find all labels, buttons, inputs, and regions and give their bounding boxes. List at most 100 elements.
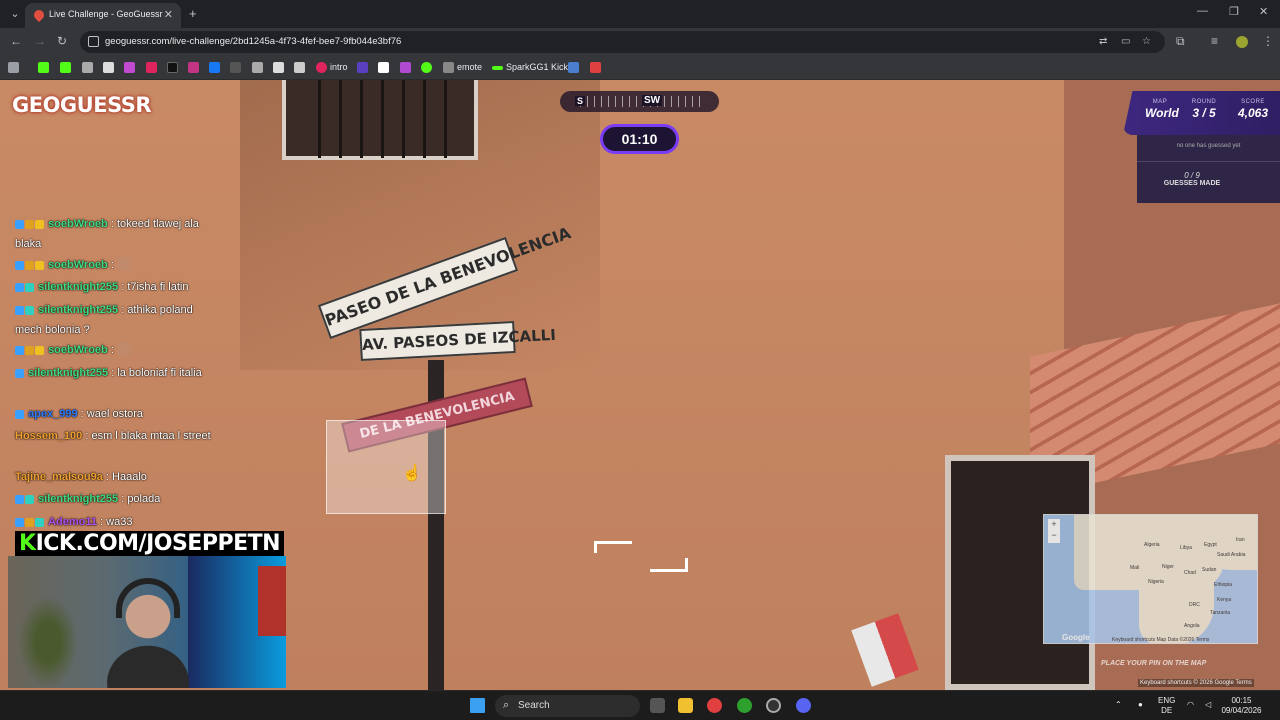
taskbar: ⌕ Search ⌃ ● ENG DE ◠ ◁ 00:15 09/04/2026 [0, 690, 1280, 720]
language-indicator[interactable]: ENG DE [1158, 696, 1175, 716]
compass-southwest: SW [642, 95, 663, 106]
bookmark-icon[interactable] [421, 62, 432, 73]
bookmark-emote-icon [443, 62, 454, 73]
bookmark-intro-icon [316, 62, 327, 73]
kick-channel-banner: KICK.COM/JOSEPPETN [15, 531, 285, 556]
map-label: Iran [1236, 537, 1245, 543]
profile-avatar[interactable] [1236, 36, 1248, 48]
minimize-icon[interactable]: — [1197, 5, 1208, 17]
bookmark-icon[interactable] [252, 62, 263, 73]
chat-text: : la boloniaf fi italia [111, 367, 202, 379]
chat-message: silentknight255 : athika poland mech bol… [15, 301, 220, 339]
chat-text: : polada [121, 493, 161, 505]
close-window-icon[interactable]: ✕ [1259, 5, 1268, 18]
chat-username: soebWroeb [48, 344, 108, 356]
bookmark-intro[interactable]: intro [330, 62, 348, 72]
microphone-icon[interactable]: ● [1138, 700, 1143, 710]
divider [1137, 161, 1280, 162]
score-label: SCORE [1241, 99, 1265, 105]
chat-username: soebWroeb [48, 259, 108, 271]
bookmark-patreon-icon[interactable] [378, 62, 389, 73]
chat-username: soebWroeb [48, 218, 108, 230]
tray-overflow-icon[interactable]: ⌃ [1115, 700, 1122, 710]
map-label: Kenya [1217, 597, 1232, 603]
map-label: Nigeria [1148, 579, 1164, 585]
taskbar-search[interactable]: ⌕ Search [495, 695, 640, 717]
bookmark-icon[interactable] [294, 62, 305, 73]
guess-map[interactable]: Algeria Libya Egypt Saudi Arabia Mali Ni… [1043, 514, 1258, 644]
map-value: World [1145, 106, 1179, 120]
map-label: Chad [1184, 570, 1196, 576]
wifi-icon[interactable]: ◠ [1187, 700, 1194, 710]
chair [258, 566, 286, 636]
zoom-in-icon[interactable]: + [1048, 519, 1060, 530]
headset [116, 578, 180, 618]
round-timer: 01:10 [600, 124, 679, 154]
chat-message: Hossem_100 : esm l blaka mtaa l street [15, 427, 220, 445]
map-label: Saudi Arabia [1217, 552, 1246, 558]
chat-text: : t7isha fi latin [121, 281, 189, 293]
chat-badges [15, 280, 35, 298]
chat-text: : esm l blaka mtaa l street [85, 430, 211, 442]
obs-icon[interactable] [766, 698, 781, 713]
zoom-out-icon[interactable]: − [1048, 530, 1060, 541]
game-status: MAP World ROUND 3 / 5 SCORE 4,063 [1123, 91, 1280, 135]
chat-message: soebWroeb : [15, 341, 220, 361]
score-value: 4,063 [1237, 106, 1269, 120]
start-icon[interactable] [470, 698, 485, 713]
bookmark-icon[interactable] [590, 62, 601, 73]
restore-icon[interactable]: ❐ [1229, 5, 1239, 18]
chat-text: : Haaalo [105, 471, 147, 483]
flag [851, 613, 919, 687]
menu-icon[interactable]: ⋮ [1262, 34, 1274, 48]
bookmark-icon[interactable] [400, 62, 411, 73]
chat-text: : wael ostora [80, 408, 144, 420]
chat-message: silentknight255 : polada [15, 490, 220, 510]
translate-icon[interactable]: ⇄ [1099, 36, 1107, 47]
emote-icon [116, 257, 131, 271]
chat-message: soebWroeb : tokeed tlawej ala blaka [15, 215, 220, 253]
bookmark-star-icon[interactable]: ☆ [1142, 36, 1151, 47]
chat-message: Tajine_malsou9a : Haaalo [15, 468, 220, 486]
lang-secondary: DE [1161, 706, 1173, 715]
guesses-panel: no one has guessed yet 0 / 9 GUESSES MAD… [1137, 135, 1280, 203]
chat-badges [15, 366, 25, 384]
map-label: MAP [1152, 99, 1168, 105]
bookmark-icon[interactable] [230, 62, 241, 73]
cast-icon[interactable]: ▭ [1121, 36, 1130, 47]
map-credits[interactable]: Keyboard shortcuts Map Data ©2026 Terms [1112, 637, 1209, 643]
chat-message: apex_999 : wael ostora [15, 405, 220, 425]
bookmark-icon[interactable] [568, 62, 579, 73]
chat-username: silentknight255 [38, 493, 119, 505]
chat-username: Hossem_100 [15, 430, 83, 442]
chat-username: Tajine_malsou9a [15, 471, 103, 483]
map-label: Niger [1162, 564, 1174, 570]
extensions-icon[interactable]: ⧉ [1176, 34, 1185, 49]
chat-badges [15, 407, 25, 425]
kick-url: ICK.COM/JOSEPPETN [35, 531, 281, 556]
chat-username: silentknight255 [38, 281, 119, 293]
discord-icon[interactable] [796, 698, 811, 713]
compass: S SW [560, 91, 719, 112]
clock[interactable]: 00:15 09/04/2026 [1214, 696, 1269, 716]
chat-badges [15, 217, 45, 235]
bookmark-sparkgg[interactable]: SparkGG1 Kick [506, 62, 568, 72]
task-view-icon[interactable] [650, 698, 665, 713]
bookmark-icon[interactable] [273, 62, 284, 73]
map-zoom-controls[interactable]: + − [1048, 519, 1060, 543]
bookmark-icon[interactable] [357, 62, 368, 73]
map-label: Egypt [1204, 542, 1217, 548]
clock-date: 09/04/2026 [1221, 706, 1262, 715]
volume-icon[interactable]: ◁ [1205, 700, 1211, 710]
file-explorer-icon[interactable] [678, 698, 693, 713]
webcam-feed [8, 556, 286, 688]
xbox-icon[interactable] [737, 698, 752, 713]
clock-time: 00:15 [1231, 696, 1252, 705]
map-label: Algeria [1144, 542, 1160, 548]
address-bar[interactable]: geoguessr.com/live-challenge/2bd1245a-4f… [80, 31, 1165, 53]
map-label: Ethiopia [1214, 582, 1233, 588]
chrome-icon[interactable] [707, 698, 722, 713]
google-footer[interactable]: Keyboard shortcuts © 2026 Google Terms [1138, 679, 1254, 687]
bookmark-emote[interactable]: emote [457, 62, 482, 72]
reading-list-icon[interactable]: ≡ [1211, 34, 1218, 48]
